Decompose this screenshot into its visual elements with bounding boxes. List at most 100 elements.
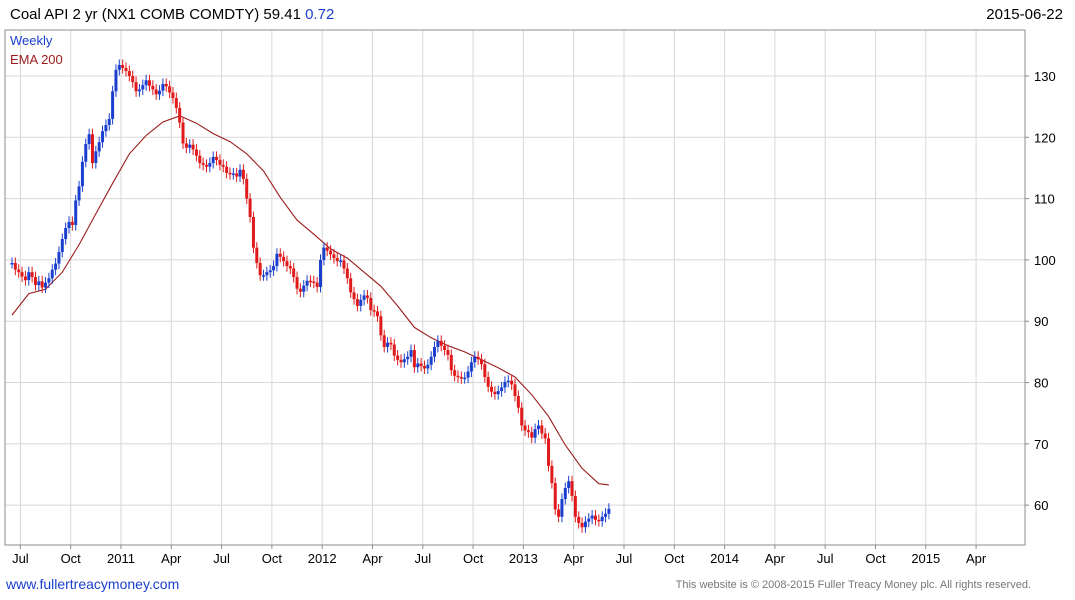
bar-body — [325, 247, 329, 251]
x-tick-label-1: Oct — [61, 551, 82, 566]
weekly-bar-67 — [235, 167, 239, 183]
weekly-bar-0 — [10, 257, 14, 269]
bar-body — [365, 295, 369, 298]
bar-body — [520, 407, 524, 426]
weekly-bar-23 — [87, 128, 91, 150]
weekly-bar-152 — [520, 402, 524, 431]
bar-body — [406, 356, 410, 360]
x-tick-label-3: Apr — [161, 551, 182, 566]
bar-body — [298, 288, 302, 292]
weekly-bar-77 — [268, 264, 272, 278]
weekly-bar-78 — [272, 260, 276, 276]
x-tick-label-17: Oct — [865, 551, 886, 566]
plot-frame — [4, 29, 1026, 546]
x-tick-label-19: Apr — [966, 551, 987, 566]
bar-body — [335, 258, 339, 262]
bar-body — [121, 64, 125, 69]
weekly-bar-32 — [117, 59, 121, 76]
bar-body — [412, 350, 416, 368]
bar-body — [563, 487, 567, 500]
bar-body — [278, 253, 282, 257]
weekly-bar-178 — [607, 503, 611, 520]
bar-body — [151, 85, 155, 90]
bar-body — [503, 381, 507, 388]
bar-body — [573, 495, 577, 517]
bar-body — [597, 519, 601, 522]
bar-body — [191, 144, 195, 150]
weekly-bar-71 — [248, 193, 252, 223]
bar-body — [533, 429, 537, 438]
weekly-bar-94 — [325, 242, 329, 257]
bar-body — [463, 377, 467, 380]
bar-body — [523, 425, 527, 431]
weekly-bar-73 — [255, 242, 259, 269]
weekly-bar-86 — [298, 283, 302, 298]
bar-body — [181, 122, 185, 144]
x-tick-label-11: Apr — [564, 551, 585, 566]
weekly-bar-148 — [506, 375, 510, 388]
bar-body — [479, 359, 483, 365]
bar-body — [312, 281, 316, 283]
weekly-bar-14 — [57, 246, 61, 270]
weekly-bar-11 — [47, 272, 51, 289]
weekly-bar-104 — [359, 294, 363, 312]
weekly-bar-89 — [308, 275, 312, 287]
bar-body — [449, 354, 453, 371]
bar-body — [590, 515, 594, 519]
bar-body — [101, 131, 105, 143]
bar-body — [567, 481, 571, 488]
bar-body — [426, 364, 430, 369]
weekly-bar-120 — [412, 344, 416, 373]
weekly-bar-68 — [238, 164, 242, 183]
weekly-bar-125 — [429, 351, 433, 371]
price-chart: 60 70 80 90 100 110 120 130 Jul Oct 2011 Apr Jul Oct… — [4, 29, 1056, 566]
bar-body — [23, 276, 27, 281]
site-link[interactable]: www.fullertreacymoney.com — [6, 576, 179, 592]
weekly-bar-147 — [503, 376, 507, 393]
bar-body — [275, 253, 279, 267]
weekly-bar-61 — [215, 151, 219, 166]
weekly-bar-126 — [433, 341, 437, 363]
bar-body — [218, 159, 222, 165]
weekly-bar-135 — [463, 372, 467, 384]
weekly-bar-131 — [449, 349, 453, 376]
weekly-bar-102 — [352, 286, 356, 305]
x-tick-label-5: Oct — [262, 551, 283, 566]
bar-body — [147, 80, 151, 86]
weekly-bar-64 — [225, 161, 229, 179]
weekly-bar-24 — [90, 128, 94, 169]
weekly-bar-31 — [114, 64, 118, 97]
weekly-bar-45 — [161, 78, 165, 97]
weekly-bar-46 — [164, 78, 168, 92]
bar-body — [292, 268, 296, 278]
bar-body — [402, 359, 406, 363]
bar-body — [604, 513, 608, 517]
weekly-bar-2 — [17, 264, 21, 278]
weekly-bar-156 — [533, 423, 537, 444]
weekly-bar-175 — [597, 514, 601, 527]
bar-body — [40, 281, 44, 288]
weekly-bar-145 — [496, 385, 500, 400]
bar-body — [184, 143, 188, 148]
bar-body — [60, 239, 64, 252]
ema-200-line — [11, 115, 609, 486]
x-tick-label-13: Oct — [664, 551, 685, 566]
bar-body — [64, 228, 68, 240]
bar-body — [607, 508, 611, 514]
weekly-bar-54 — [191, 139, 195, 156]
bar-body — [349, 278, 353, 293]
weekly-bar-16 — [64, 222, 68, 245]
weekly-bar-115 — [396, 350, 400, 366]
weekly-bar-7 — [33, 271, 37, 291]
x-axis: Jul Oct 2011 Apr Jul Oct 2012 Apr Jul Oct 2013 Apr J… — [12, 545, 987, 566]
bar-body — [272, 266, 276, 271]
weekly-bar-158 — [540, 419, 544, 439]
x-tick-label-9: Oct — [463, 551, 484, 566]
weekly-bar-132 — [453, 364, 457, 382]
bar-body — [84, 144, 88, 162]
x-tick-label-6: 2012 — [308, 551, 337, 566]
weekly-bar-38 — [137, 83, 141, 97]
bar-body — [104, 125, 108, 132]
bar-body — [80, 161, 84, 187]
bar-body — [158, 90, 162, 95]
